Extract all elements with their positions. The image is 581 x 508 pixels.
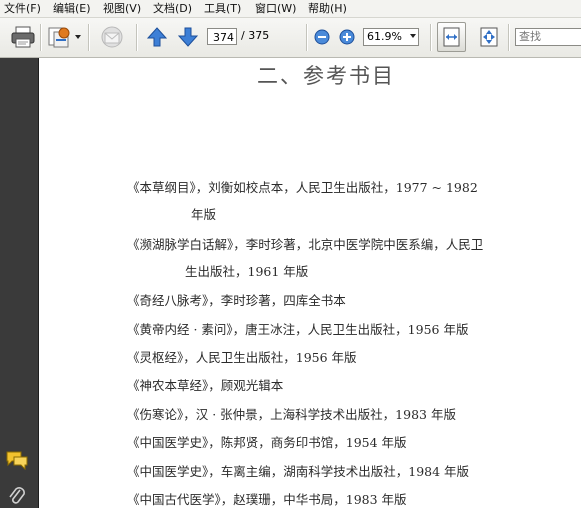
reference-line: 《灵枢经》，人民卫生出版社，1956 年版 [127,350,357,365]
fit-width-button[interactable] [437,22,466,52]
reference-line: 《濒湖脉学白话解》，李时珍著，北京中医学院中医系编，人民卫 [127,237,484,252]
reference-line: 年版 [191,207,217,222]
reference-line: 《奇经八脉考》，李时珍著，四库全书本 [127,293,346,308]
menu-help[interactable]: 帮助(H) [306,0,349,17]
reference-line: 《伤寒论》，汉 · 张仲景，上海科学技术出版社，1983 年版 [127,407,456,422]
reference-line: 《神农本草经》，顾观光辑本 [127,378,284,393]
menu-edit[interactable]: 编辑(E) [51,0,93,17]
page-number-input[interactable]: 374 [207,28,237,45]
menu-file[interactable]: 文件(F) [2,0,43,17]
toolbar-separator [40,24,42,51]
menu-window[interactable]: 窗口(W) [253,0,298,17]
chevron-down-icon[interactable] [75,35,81,39]
reference-line: 《中国古代医学》，赵璞珊，中华书局，1983 年版 [127,492,407,507]
zoom-out-icon[interactable] [314,29,330,45]
attachments-icon[interactable] [8,486,26,508]
reference-line: 《中国医学史》，车离主编，湖南科学技术出版社，1984 年版 [127,464,470,479]
document-page: 二、参考书目 《本草纲目》，刘衡如校点本，人民卫生出版社，1977 ~ 1982… [39,58,581,508]
reference-line: 《本草纲目》，刘衡如校点本，人民卫生出版社，1977 ~ 1982 [127,180,478,195]
toolbar-separator [88,24,90,51]
toolbar-separator [306,24,308,51]
menu-bar: 文件(F) 编辑(E) 视图(V) 文档(D) 工具(T) 窗口(W) 帮助(H… [0,0,581,18]
reference-line: 生出版社，1961 年版 [185,264,309,279]
print-icon[interactable] [11,26,35,48]
page-total: / 375 [241,29,270,42]
toolbar-separator [136,24,138,51]
previous-page-icon[interactable] [147,27,167,47]
fit-page-icon[interactable] [478,26,500,48]
page-title: 二、参考书目 [257,64,395,88]
save-icon[interactable] [47,25,73,49]
zoom-level-select[interactable]: 61.9% [363,28,419,46]
comments-icon[interactable] [5,450,29,470]
email-icon[interactable] [99,25,125,49]
next-page-icon[interactable] [178,27,198,47]
reference-line: 《中国医学史》，陈邦贤，商务印书馆，1954 年版 [127,435,407,450]
toolbar: 374 / 375 61.9% 查找 [0,18,581,58]
toolbar-separator [430,24,432,51]
fit-width-icon [443,27,460,47]
chevron-down-icon[interactable] [410,34,416,38]
search-input[interactable]: 查找 [515,28,581,46]
reference-line: 《黄帝内经 · 素问》，唐王冰注，人民卫生出版社，1956 年版 [127,322,469,337]
menu-document[interactable]: 文档(D) [151,0,194,17]
zoom-in-icon[interactable] [339,29,355,45]
toolbar-separator [508,24,510,51]
menu-view[interactable]: 视图(V) [101,0,143,17]
zoom-level-value: 61.9% [367,30,402,43]
navigation-panel [0,58,39,508]
menu-tools[interactable]: 工具(T) [202,0,243,17]
